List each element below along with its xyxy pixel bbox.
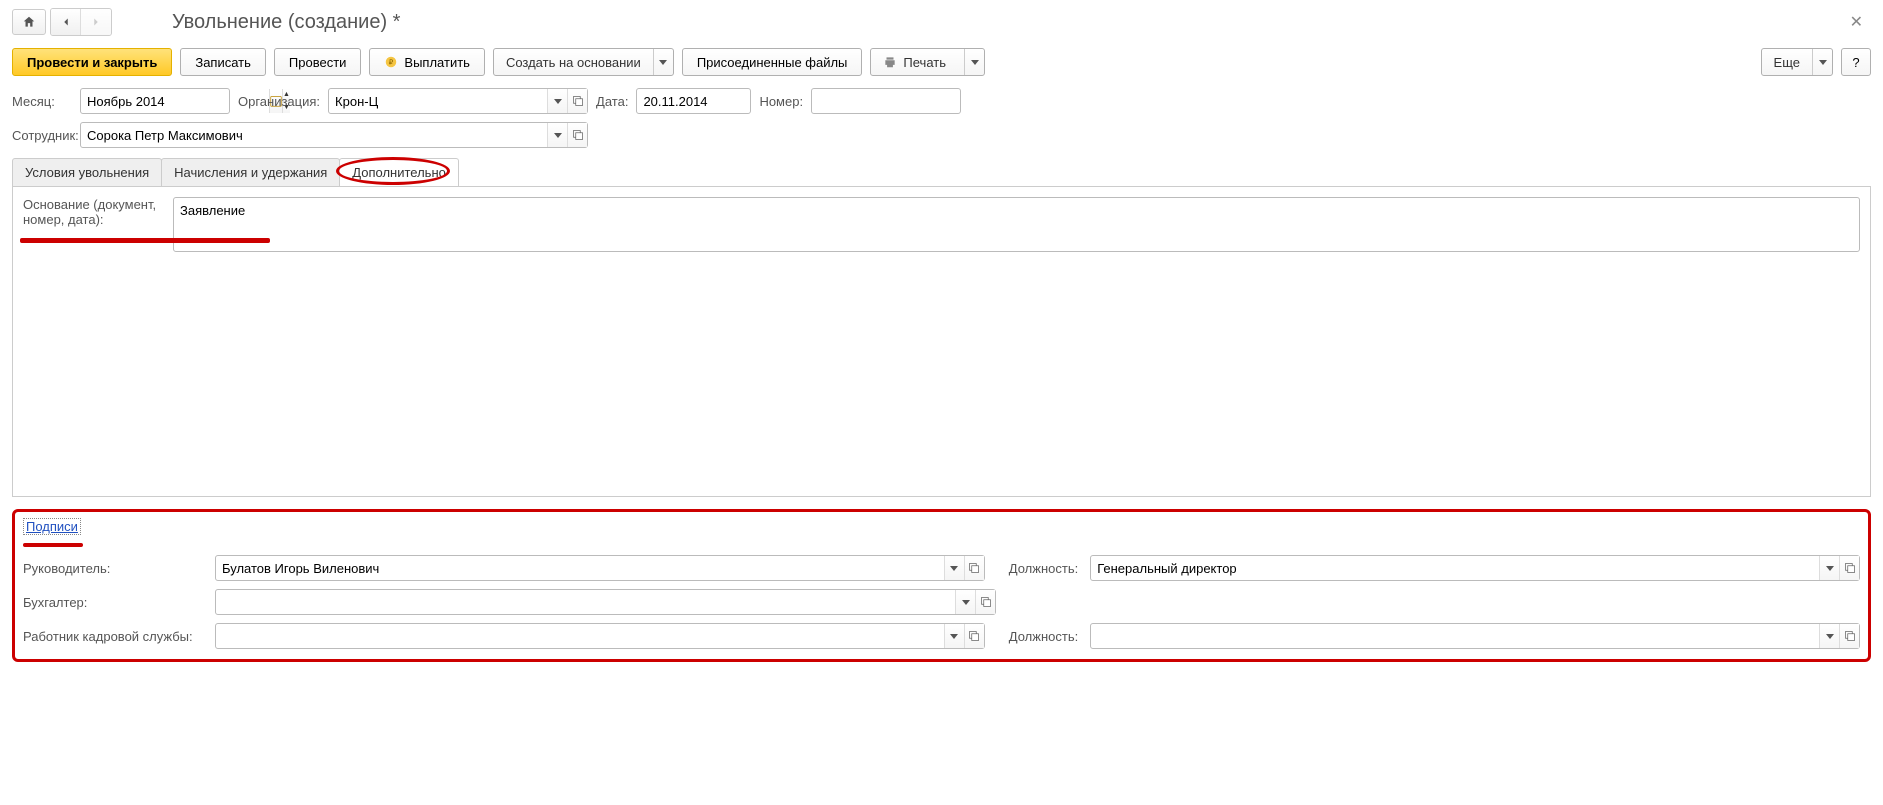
money-icon: ₽ [384,55,398,69]
more-label: Еще [1762,49,1812,75]
back-button[interactable] [51,9,81,35]
basis-label: Основание (документ, номер, дата): [23,197,163,231]
annotation-underline [20,238,270,243]
help-button[interactable]: ? [1841,48,1871,76]
signatures-title[interactable]: Подписи [23,518,81,535]
position-label: Должность: [1009,561,1078,576]
number-label: Номер: [759,94,803,109]
manager-position-input[interactable] [1091,556,1819,580]
open-icon[interactable] [1839,624,1859,648]
chevron-down-icon [1812,49,1832,75]
accountant-field[interactable] [215,589,996,615]
chevron-down-icon [653,49,673,75]
tab-additional[interactable]: Дополнительно [339,158,459,186]
annotation-underline [23,543,83,547]
hr-field[interactable] [215,623,985,649]
hr-position-input[interactable] [1091,624,1819,648]
save-button[interactable]: Записать [180,48,266,76]
create-based-button[interactable]: Создать на основании [493,48,674,76]
tab-accruals[interactable]: Начисления и удержания [161,158,340,186]
manager-position-field[interactable] [1090,555,1860,581]
number-field[interactable] [811,88,961,114]
post-button[interactable]: Провести [274,48,362,76]
page-title: Увольнение (создание) * [172,11,400,34]
dropdown-icon[interactable] [955,590,975,614]
attached-files-button[interactable]: Присоединенные файлы [682,48,863,76]
position-label: Должность: [1009,629,1078,644]
post-and-close-button[interactable]: Провести и закрыть [12,48,172,76]
pay-button[interactable]: ₽ Выплатить [369,48,485,76]
accountant-input[interactable] [216,590,955,614]
create-based-label: Создать на основании [494,49,653,75]
manager-label: Руководитель: [23,561,203,576]
open-icon[interactable] [975,590,995,614]
month-field[interactable]: ▲ ▼ [80,88,230,114]
hr-input[interactable] [216,624,944,648]
printer-icon [883,55,897,69]
open-icon[interactable] [567,89,587,113]
dropdown-icon[interactable] [944,556,964,580]
print-button[interactable]: Печать [870,48,985,76]
dropdown-icon[interactable] [547,123,567,147]
more-button[interactable]: Еще [1761,48,1833,76]
accountant-label: Бухгалтер: [23,595,203,610]
close-button[interactable]: ✕ [1842,8,1871,36]
date-label: Дата: [596,94,628,109]
dropdown-icon[interactable] [547,89,567,113]
arrow-left-icon [59,15,73,29]
tab-additional-label: Дополнительно [352,165,446,180]
chevron-down-icon [964,49,984,75]
manager-field[interactable] [215,555,985,581]
open-icon[interactable] [964,556,984,580]
home-button[interactable] [12,9,46,35]
home-icon [22,15,36,29]
month-label: Месяц: [12,94,72,109]
dropdown-icon[interactable] [944,624,964,648]
open-icon[interactable] [1839,556,1859,580]
employee-field[interactable] [80,122,588,148]
basis-label-text: Основание (документ, номер, дата): [23,197,156,227]
tab-content-additional: Основание (документ, номер, дата): [12,187,1871,497]
dropdown-icon[interactable] [1819,624,1839,648]
org-input[interactable] [329,89,547,113]
tab-conditions[interactable]: Условия увольнения [12,158,162,186]
date-field[interactable] [636,88,751,114]
employee-label: Сотрудник: [12,128,72,143]
pay-label: Выплатить [404,55,470,70]
open-icon[interactable] [964,624,984,648]
number-input[interactable] [812,89,1000,113]
svg-text:₽: ₽ [389,58,394,66]
signatures-section: Подписи Руководитель: Должность: Бухгалт… [12,509,1871,662]
hr-position-field[interactable] [1090,623,1860,649]
hr-label: Работник кадровой службы: [23,629,203,644]
dropdown-icon[interactable] [1819,556,1839,580]
print-label: Печать [903,55,946,70]
org-field[interactable] [328,88,588,114]
employee-input[interactable] [81,123,547,147]
forward-button[interactable] [81,9,111,35]
org-label: Организация: [238,94,320,109]
manager-input[interactable] [216,556,944,580]
basis-textarea[interactable] [173,197,1860,252]
arrow-right-icon [89,15,103,29]
open-icon[interactable] [567,123,587,147]
